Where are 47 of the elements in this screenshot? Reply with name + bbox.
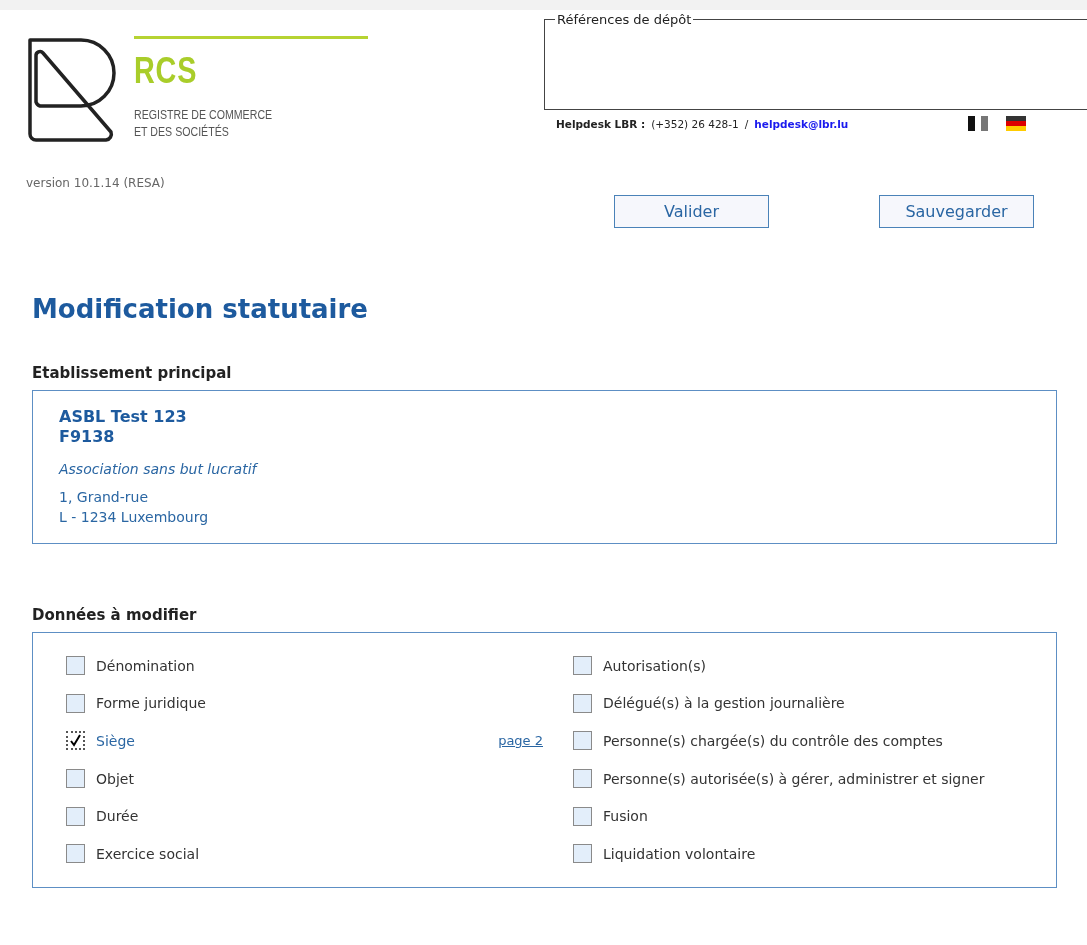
company-name: ASBL Test 123: [59, 407, 188, 427]
validate-button[interactable]: Valider: [614, 195, 769, 228]
checkbox[interactable]: [66, 693, 85, 713]
logo-subtitle: ET DES SOCIÉTÉS: [134, 124, 230, 141]
checkbox-label: Siège: [96, 733, 135, 749]
checkbox[interactable]: [573, 693, 592, 713]
checkbox[interactable]: [66, 731, 85, 751]
helpdesk-label: Helpdesk LBR :: [556, 117, 646, 130]
address-line: L - 1234 Luxembourg: [59, 508, 210, 527]
checkbox-label: Autorisation(s): [603, 657, 707, 674]
helpdesk-phone: (+352) 26 428-1: [651, 117, 739, 130]
checkbox-label: Personne(s) autorisée(s) à gérer, administrer et signer: [603, 770, 985, 787]
deposit-references-field[interactable]: Références de dépôt: [544, 12, 1087, 110]
checkbox-label: Délégué(s) à la gestion journalière: [603, 695, 845, 712]
logo-subtitle: REGISTRE DE COMMERCE: [134, 107, 274, 124]
german-flag-icon[interactable]: [1006, 116, 1027, 131]
checkbox[interactable]: [66, 844, 85, 864]
checkbox-label: Durée: [96, 808, 139, 825]
page-link[interactable]: page 2: [498, 733, 543, 749]
logo-acronym: RCS: [134, 53, 198, 89]
checkbox-label: Liquidation volontaire: [603, 845, 756, 862]
checkbox[interactable]: [573, 731, 592, 751]
checkbox[interactable]: [573, 769, 592, 789]
helpdesk-email-link[interactable]: helpdesk@lbr.lu: [754, 117, 849, 130]
section-heading: Etablissement principal: [32, 364, 233, 382]
checkbox[interactable]: [573, 656, 592, 676]
checkbox[interactable]: [66, 656, 85, 676]
logo-icon: [26, 36, 118, 144]
checkbox-label: Objet: [96, 770, 134, 787]
checkbox[interactable]: [66, 806, 85, 826]
checkbox-label: Fusion: [603, 808, 648, 825]
separator: /: [744, 117, 749, 130]
version-text: version 10.1.14 (RESA): [26, 176, 166, 190]
checkbox-label: Personne(s) chargée(s) du contrôle des comptes: [603, 733, 943, 749]
checkbox[interactable]: [573, 806, 592, 826]
flag-icon[interactable]: [968, 116, 989, 131]
checkbox-label: Exercice social: [96, 845, 200, 862]
legal-form: Association sans but lucratif: [59, 461, 259, 477]
address-line: 1, Grand-rue: [59, 488, 150, 507]
checkbox[interactable]: [66, 769, 85, 789]
checkbox[interactable]: [573, 844, 592, 864]
section-heading: Données à modifier: [32, 606, 198, 624]
save-button[interactable]: Sauvegarder: [879, 195, 1034, 228]
page-title: Modification statutaire: [32, 293, 369, 324]
checkbox-label: Forme juridique: [96, 695, 206, 712]
checkbox-label: Dénomination: [96, 657, 195, 674]
company-number: F9138: [59, 427, 116, 447]
